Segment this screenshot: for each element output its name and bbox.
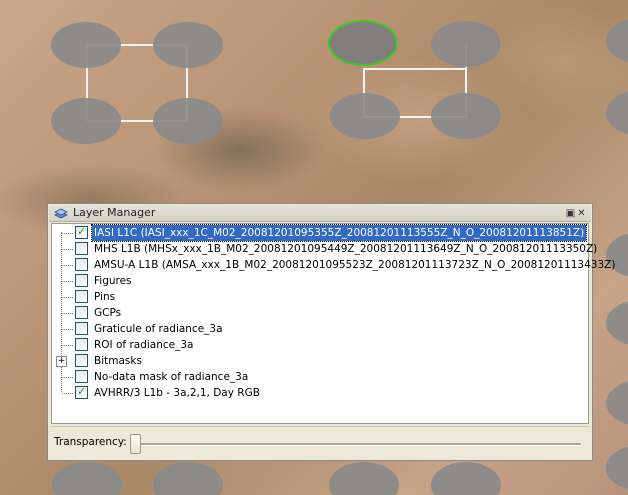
layer-row[interactable]: ✓ IASI L1C (IASI_xxx_1C_M02_2008120109535… xyxy=(52,224,588,242)
layers-icon xyxy=(54,208,68,219)
layer-row[interactable]: GCPs xyxy=(52,305,584,321)
layer-visibility-checkbox[interactable]: ✓ xyxy=(75,225,88,239)
iasi-footprint[interactable] xyxy=(606,380,628,426)
layer-visibility-checkbox[interactable] xyxy=(75,258,88,271)
transparency-slider[interactable] xyxy=(130,434,141,454)
layer-visibility-checkbox[interactable] xyxy=(75,338,88,351)
tree-connector xyxy=(62,265,73,266)
layer-row[interactable]: Graticule of radiance_3a xyxy=(52,321,584,337)
iasi-footprint[interactable] xyxy=(431,93,501,139)
layer-visibility-checkbox[interactable] xyxy=(75,290,88,303)
layer-label[interactable]: GCPs xyxy=(92,305,123,321)
layer-label[interactable]: IASI L1C (IASI_xxx_1C_M02_20081201095355… xyxy=(90,224,588,242)
layer-row[interactable]: ✓ AVHRR/3 L1b - 3a,2,1, Day RGB xyxy=(52,385,584,401)
checkmark-icon: ✓ xyxy=(77,225,87,238)
layer-visibility-checkbox[interactable] xyxy=(75,274,88,287)
layer-row[interactable]: Pins xyxy=(52,289,584,305)
selected-iasi-footprint[interactable] xyxy=(328,20,398,66)
tree-connector xyxy=(62,281,73,282)
iasi-footprint[interactable] xyxy=(431,21,501,67)
tree-connector xyxy=(62,345,73,346)
transparency-label: Transparency: xyxy=(54,436,127,448)
iasi-footprint[interactable] xyxy=(329,462,399,495)
tree-connector xyxy=(62,393,73,394)
restore-icon[interactable]: ▣ xyxy=(565,206,576,222)
iasi-footprint[interactable] xyxy=(52,462,122,495)
expand-icon[interactable]: + xyxy=(56,356,67,367)
layer-manager-window: Layer Manager ▣ ✕ ✓ IASI L1C (IASI_xxx_1C_… xyxy=(47,203,615,461)
transparency-panel: Transparency: xyxy=(51,426,589,457)
layer-visibility-checkbox[interactable] xyxy=(75,354,88,367)
layer-row[interactable]: Figures xyxy=(52,273,584,289)
tree-connector xyxy=(62,377,73,378)
iasi-footprint[interactable] xyxy=(51,22,121,68)
layer-label[interactable]: Figures xyxy=(92,273,134,289)
iasi-footprint[interactable] xyxy=(606,300,628,346)
iasi-footprint[interactable] xyxy=(153,98,223,144)
window-title: Layer Manager xyxy=(73,206,156,219)
iasi-footprint[interactable] xyxy=(330,93,400,139)
footprint-link xyxy=(363,68,467,70)
layer-visibility-checkbox[interactable]: ✓ xyxy=(75,385,88,399)
iasi-footprint[interactable] xyxy=(606,90,628,136)
layer-label[interactable]: AVHRR/3 L1b - 3a,2,1, Day RGB xyxy=(92,385,262,401)
layer-manager-titlebar[interactable]: Layer Manager ▣ ✕ xyxy=(49,205,591,222)
iasi-footprint[interactable] xyxy=(606,18,628,64)
tree-connector xyxy=(62,329,73,330)
tree-connector xyxy=(62,249,73,250)
layer-row[interactable]: ROI of radiance_3a xyxy=(52,337,584,353)
iasi-footprint[interactable] xyxy=(153,462,223,495)
layer-label[interactable]: No-data mask of radiance_3a xyxy=(92,369,250,385)
transparency-track[interactable] xyxy=(133,443,581,446)
layer-label[interactable]: AMSU-A L1B (AMSA_xxx_1B_M02_200812010955… xyxy=(92,257,617,273)
tree-connector xyxy=(62,233,73,234)
tree-connector xyxy=(62,297,73,298)
iasi-footprint[interactable] xyxy=(431,462,501,495)
tree-connector xyxy=(62,313,73,314)
layer-row[interactable]: AMSU-A L1B (AMSA_xxx_1B_M02_200812010955… xyxy=(52,257,615,273)
checkmark-icon: ✓ xyxy=(77,385,87,398)
layer-visibility-checkbox[interactable] xyxy=(75,242,88,255)
layer-visibility-checkbox[interactable] xyxy=(75,322,88,335)
layer-row[interactable]: MHS L1B (MHSx_xxx_1B_M02_20081201095449Z… xyxy=(52,241,597,257)
layer-label[interactable]: Graticule of radiance_3a xyxy=(92,321,225,337)
layer-label[interactable]: Bitmasks xyxy=(92,353,144,369)
layer-visibility-checkbox[interactable] xyxy=(75,306,88,319)
close-icon[interactable]: ✕ xyxy=(576,206,587,222)
layer-label[interactable]: Pins xyxy=(92,289,117,305)
iasi-footprint[interactable] xyxy=(51,98,121,144)
layer-label[interactable]: ROI of radiance_3a xyxy=(92,337,195,353)
layer-row[interactable]: + Bitmasks xyxy=(52,353,584,369)
layer-row[interactable]: No-data mask of radiance_3a xyxy=(52,369,584,385)
layer-label[interactable]: MHS L1B (MHSx_xxx_1B_M02_20081201095449Z… xyxy=(92,241,599,257)
iasi-footprint[interactable] xyxy=(153,22,223,68)
layer-visibility-checkbox[interactable] xyxy=(75,370,88,383)
layer-tree: ✓ IASI L1C (IASI_xxx_1C_M02_2008120109535… xyxy=(51,223,615,424)
iasi-footprint[interactable] xyxy=(606,445,628,491)
